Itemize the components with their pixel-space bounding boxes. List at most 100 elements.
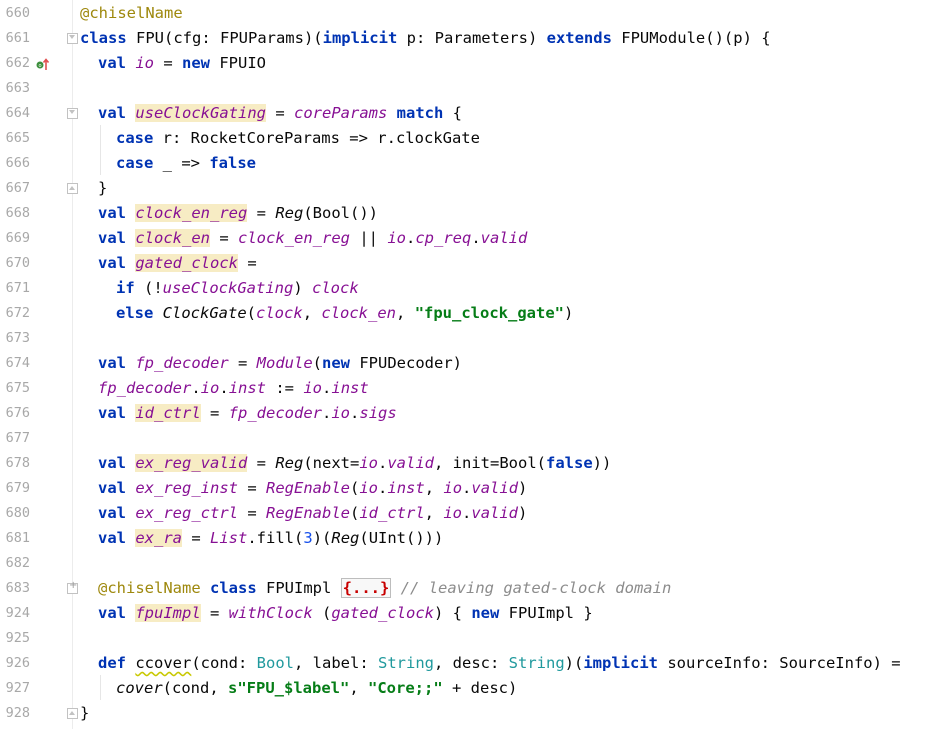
keyword: new — [182, 54, 211, 72]
code-line[interactable]: if (!useClockGating) clock — [116, 276, 359, 301]
line-number: 925 — [5, 630, 30, 646]
code-line[interactable]: val clock_en = clock_en_reg || io.cp_req… — [98, 226, 527, 251]
code-line[interactable]: def ccover(cond: Bool, label: String, de… — [98, 651, 901, 676]
identifier: gated_clock — [135, 254, 238, 272]
identifier: io — [359, 479, 379, 497]
identifier: io — [200, 379, 220, 397]
code-line[interactable]: } — [98, 176, 107, 201]
code-text: . — [462, 479, 472, 497]
fold-marker-icon[interactable] — [67, 183, 78, 194]
keyword: new — [322, 354, 351, 372]
identifier: io — [359, 454, 378, 472]
code-line[interactable]: val io = new FPUIO — [98, 51, 266, 76]
code-text: = — [238, 504, 266, 522]
code-text: = — [266, 104, 294, 122]
code-text: (UInt())) — [359, 529, 444, 547]
code-line[interactable]: fp_decoder.io.inst := io.inst — [98, 376, 369, 401]
code-line[interactable]: case _ => false — [116, 151, 256, 176]
code-text: _ => — [153, 154, 210, 172]
code-text: . — [219, 379, 229, 397]
identifier: fp_decoder — [98, 379, 192, 397]
fold-marker-icon[interactable] — [67, 33, 78, 44]
code-line[interactable]: @chiselName — [80, 1, 183, 26]
code-text: , — [424, 479, 444, 497]
code-line[interactable]: val useClockGating = coreParams match { — [98, 101, 462, 126]
code-line[interactable]: val id_ctrl = fp_decoder.io.sigs — [98, 401, 397, 426]
code-line[interactable]: cover(cond, s"FPU_$label", "Core;;" + de… — [116, 676, 517, 701]
identifier: io — [443, 479, 463, 497]
code-text: = — [238, 254, 257, 272]
line-number: 673 — [5, 330, 30, 346]
keyword: false — [209, 154, 256, 172]
keyword: val — [98, 604, 126, 622]
keyword: val — [98, 529, 126, 547]
code-text: r: RocketCoreParams => r.clockGate — [153, 129, 480, 147]
code-text: = — [154, 54, 183, 72]
code-line[interactable]: val ex_reg_valid = Reg(next=io.valid, in… — [98, 451, 611, 476]
code-text: = — [238, 479, 266, 497]
annotation: @chiselName — [80, 4, 183, 22]
identifier: fp_decoder — [135, 354, 229, 372]
code-text: . — [462, 504, 472, 522]
code-text: { — [443, 104, 463, 122]
line-number: 666 — [5, 155, 30, 171]
function-call: RegEnable — [266, 479, 350, 497]
code-line[interactable]: val ex_reg_ctrl = RegEnable(id_ctrl, io.… — [98, 501, 527, 526]
code-text: ( — [246, 304, 257, 322]
line-number: 924 — [5, 605, 30, 621]
code-line[interactable]: val fp_decoder = Module(new FPUDecoder) — [98, 351, 462, 376]
code-line[interactable]: val fpuImpl = withClock (gated_clock) { … — [98, 601, 593, 626]
code-line[interactable]: else ClockGate(clock, clock_en, "fpu_clo… — [116, 301, 573, 326]
function-call: Reg — [275, 204, 304, 222]
identifier: useClockGating — [135, 104, 266, 122]
identifier: valid — [480, 229, 528, 247]
code-line[interactable]: @chiselName class FPUImpl {...} // leavi… — [98, 576, 671, 601]
line-number: 667 — [5, 180, 30, 196]
fold-marker-icon[interactable] — [67, 108, 78, 119]
identifier: inst — [228, 379, 267, 397]
identifier: clock_en — [321, 304, 397, 322]
keyword: val — [98, 404, 126, 422]
code-line[interactable]: val ex_ra = List.fill(3)(Reg(UInt())) — [98, 526, 443, 551]
keyword: class — [80, 29, 127, 47]
identifier: io — [303, 379, 323, 397]
code-line[interactable]: val ex_reg_inst = RegEnable(io.inst, io.… — [98, 476, 527, 501]
keyword: else — [116, 304, 154, 322]
function-call: Reg — [275, 454, 304, 472]
code-text: ) { — [434, 604, 472, 622]
line-number: 928 — [5, 705, 30, 721]
line-number: 665 — [5, 130, 30, 146]
folded-region[interactable]: {...} — [340, 578, 392, 598]
code-editor[interactable]: 660 661 662 663 664 665 666 667 668 669 … — [0, 0, 950, 729]
type-name: Bool — [256, 654, 294, 672]
code-line[interactable]: val gated_clock = — [98, 251, 257, 276]
override-up-arrow-icon[interactable]: o — [36, 57, 50, 71]
code-text: , label: — [294, 654, 378, 672]
identifier: io — [135, 54, 155, 72]
fold-marker-icon[interactable] — [67, 708, 78, 719]
annotation: @chiselName — [98, 579, 201, 597]
fold-expand-icon[interactable] — [67, 580, 78, 594]
code-text: ( — [312, 354, 323, 372]
keyword: extends — [546, 29, 612, 47]
line-number: 927 — [5, 680, 30, 696]
keyword: val — [98, 229, 126, 247]
function-call: withClock — [228, 604, 313, 622]
line-number: 668 — [5, 205, 30, 221]
identifier: id_ctrl — [359, 504, 425, 522]
code-text: , — [302, 304, 322, 322]
identifier: coreParams — [294, 104, 388, 122]
keyword: def — [98, 654, 126, 672]
code-line[interactable]: class FPU(cfg: FPUParams)(implicit p: Pa… — [80, 26, 771, 51]
keyword: val — [98, 454, 126, 472]
code-text: . — [378, 454, 388, 472]
code-line[interactable]: } — [80, 701, 89, 726]
method-name: ccover — [135, 654, 192, 672]
code-text: + desc) — [442, 679, 518, 697]
code-line[interactable]: case r: RocketCoreParams => r.clockGate — [116, 126, 480, 151]
function-call: ClockGate — [162, 304, 247, 322]
line-number: 674 — [5, 355, 30, 371]
code-text: FPUModule()(p) { — [611, 29, 771, 47]
code-line[interactable]: val clock_en_reg = Reg(Bool()) — [98, 201, 378, 226]
function-call: Module — [256, 354, 313, 372]
